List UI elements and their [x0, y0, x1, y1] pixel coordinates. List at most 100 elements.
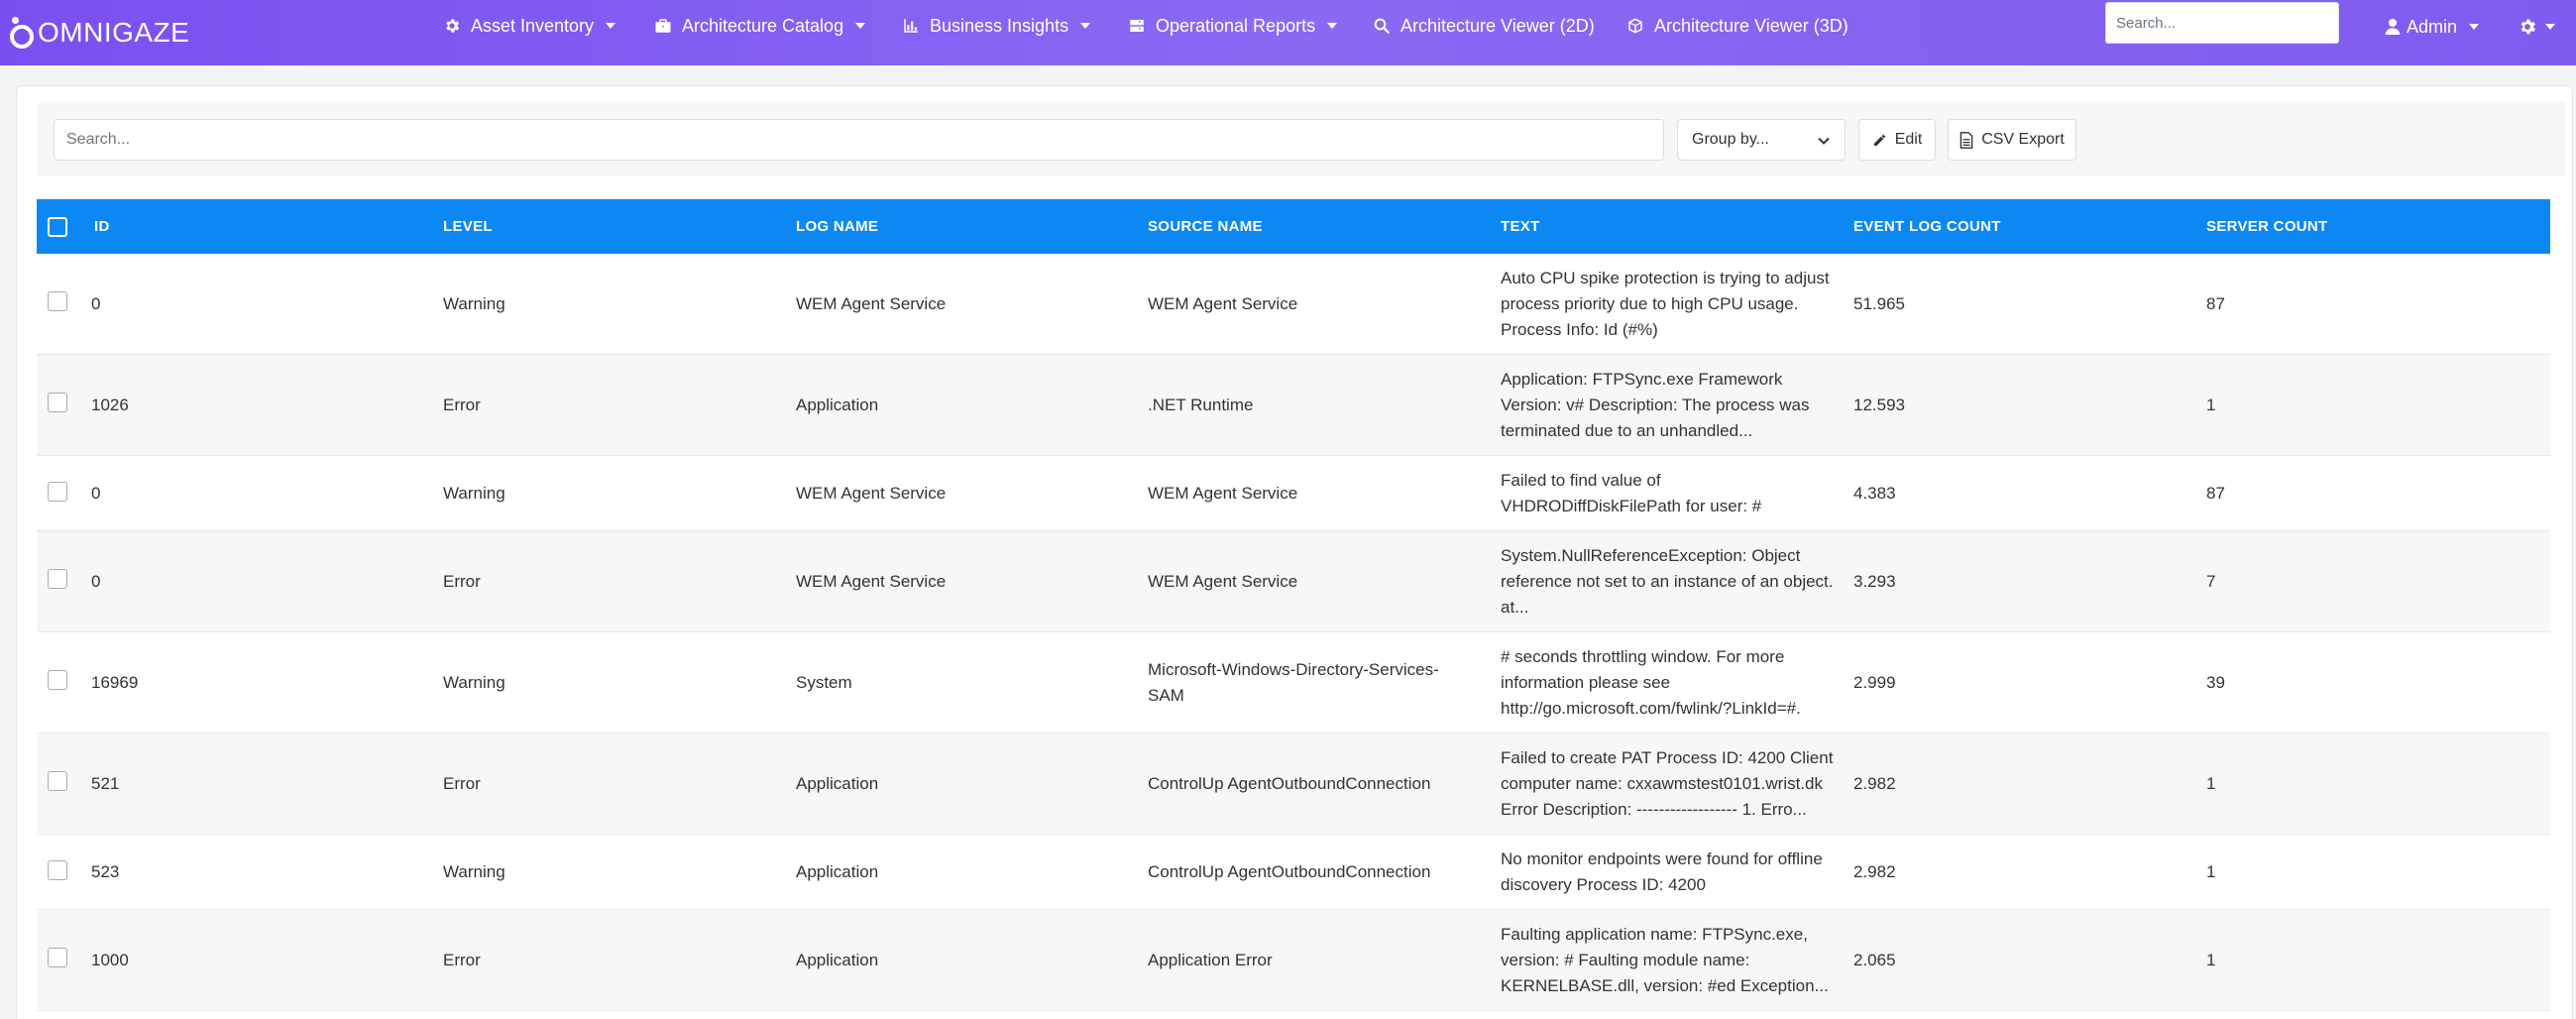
user-menu[interactable]: Admin: [2385, 0, 2480, 54]
nav-business-insights[interactable]: Business Insights: [902, 0, 1091, 52]
nav-label: Business Insights: [930, 15, 1069, 36]
cell-level: Error: [443, 773, 481, 793]
cell-log-name: WEM Agent Service: [796, 571, 947, 591]
nav-operational-reports[interactable]: Operational Reports: [1128, 0, 1338, 52]
file-csv-icon: [1960, 131, 1973, 149]
group-by-value: Group by...: [1692, 131, 1769, 148]
row-checkbox[interactable]: [48, 860, 67, 880]
cell-event-log-count: 4.383: [1853, 483, 1896, 503]
cell-server-count: 1: [2206, 773, 2216, 793]
table-row[interactable]: 0 Warning WEM Agent Service WEM Agent Se…: [37, 456, 2550, 531]
briefcase-icon: [655, 19, 671, 33]
cell-event-log-count: 51.965: [1853, 293, 1905, 313]
cell-source-name: WEM Agent Service: [1148, 293, 1298, 313]
user-name: Admin: [2407, 16, 2458, 37]
gear-icon: [446, 19, 460, 33]
row-checkbox[interactable]: [48, 393, 67, 412]
cell-level: Warning: [443, 483, 505, 503]
cell-id: 0: [91, 293, 101, 313]
csv-export-label: CSV Export: [1981, 131, 2065, 148]
cell-source-name: WEM Agent Service: [1148, 483, 1298, 503]
edit-button[interactable]: Edit: [1858, 119, 1936, 161]
cell-server-count: 1: [2206, 395, 2216, 414]
gear-icon: [2520, 19, 2535, 35]
cell-log-name: Application: [796, 950, 879, 969]
cell-source-name: WEM Agent Service: [1148, 571, 1298, 591]
cell-source-name: Microsoft-Windows-Directory-Services-SAM: [1148, 659, 1439, 705]
cell-event-log-count: 2.065: [1853, 950, 1896, 969]
column-header-server-count[interactable]: SERVER COUNT: [2206, 199, 2328, 254]
cell-log-name: Application: [796, 861, 879, 881]
table-row[interactable]: 0 Error WEM Agent Service WEM Agent Serv…: [37, 531, 2550, 632]
cell-id: 0: [91, 483, 101, 503]
nav-label: Operational Reports: [1156, 15, 1316, 36]
cell-server-count: 87: [2206, 483, 2225, 503]
event-log-table: ID LEVEL LOG NAME SOURCE NAME TEXT EVENT…: [37, 199, 2550, 1011]
server-icon: [1130, 20, 1144, 32]
nav-asset-inventory[interactable]: Asset Inventory: [443, 0, 616, 52]
table-row[interactable]: 1000 Error Application Application Error…: [37, 910, 2550, 1011]
cell-text: Failed to create PAT Process ID: 4200 Cl…: [1501, 747, 1834, 819]
cell-server-count: 7: [2206, 571, 2216, 591]
cell-text: Application: FTPSync.exe Framework Versi…: [1501, 369, 1810, 440]
cell-id: 521: [91, 773, 120, 793]
table-row[interactable]: 1026 Error Application .NET Runtime Appl…: [37, 355, 2550, 456]
cell-id: 1026: [91, 395, 129, 414]
cell-log-name: Application: [796, 395, 879, 414]
row-checkbox[interactable]: [48, 948, 67, 967]
user-icon: [2385, 19, 2401, 35]
table-row[interactable]: 0 Warning WEM Agent Service WEM Agent Se…: [37, 254, 2550, 355]
nav-architecture-viewer-3d[interactable]: Architecture Viewer (3D): [1626, 0, 1848, 52]
cell-log-name: WEM Agent Service: [796, 483, 947, 503]
table-row[interactable]: 16969 Warning System Microsoft-Windows-D…: [37, 632, 2550, 734]
cell-log-name: Application: [796, 773, 879, 793]
cell-text: Failed to find value of VHDRODiffDiskFil…: [1501, 470, 1762, 515]
column-header-id[interactable]: ID: [94, 199, 110, 254]
cell-text: No monitor endpoints were found for offl…: [1501, 849, 1823, 894]
row-checkbox[interactable]: [48, 569, 67, 589]
cell-id: 0: [91, 571, 101, 591]
nav-label: Architecture Viewer (2D): [1400, 15, 1595, 36]
nav-search-input[interactable]: [2105, 2, 2339, 44]
table-row[interactable]: 521 Error Application ControlUp AgentOut…: [37, 734, 2550, 835]
table-header: ID LEVEL LOG NAME SOURCE NAME TEXT EVENT…: [37, 199, 2550, 254]
cell-event-log-count: 2.982: [1853, 773, 1896, 793]
cell-source-name: .NET Runtime: [1148, 395, 1254, 414]
row-checkbox[interactable]: [48, 670, 67, 690]
column-header-source-name[interactable]: SOURCE NAME: [1148, 199, 1263, 254]
cell-text: Faulting application name: FTPSync.exe, …: [1501, 924, 1829, 995]
cell-level: Warning: [443, 861, 505, 881]
row-checkbox[interactable]: [48, 291, 67, 311]
cube-icon: [1628, 18, 1642, 34]
column-header-text[interactable]: TEXT: [1501, 199, 1540, 254]
column-header-log-name[interactable]: LOG NAME: [796, 199, 878, 254]
table-row[interactable]: 523 Warning Application ControlUp AgentO…: [37, 835, 2550, 910]
nav-architecture-catalog[interactable]: Architecture Catalog: [654, 0, 866, 52]
chevron-down-icon: [1818, 137, 1830, 145]
cell-log-name: WEM Agent Service: [796, 293, 947, 313]
cell-source-name: ControlUp AgentOutboundConnection: [1148, 861, 1431, 881]
cell-server-count: 1: [2206, 861, 2216, 881]
nav-label: Architecture Viewer (3D): [1654, 15, 1848, 36]
event-log-card: Group by... Edit CSV Export ID LEVEL LOG…: [16, 85, 2573, 1019]
select-all-checkbox[interactable]: [48, 216, 67, 237]
top-navbar: OMNIGAZE Asset Inventory Architecture Ca…: [0, 0, 2576, 65]
csv-export-button[interactable]: CSV Export: [1948, 119, 2076, 161]
cell-text: System.NullReferenceException: Object re…: [1501, 545, 1834, 617]
settings-button[interactable]: [2518, 0, 2555, 54]
cell-server-count: 39: [2206, 672, 2225, 692]
cell-server-count: 87: [2206, 293, 2225, 313]
column-header-event-log-count[interactable]: EVENT LOG COUNT: [1853, 199, 2001, 254]
brand-logo[interactable]: OMNIGAZE: [8, 10, 189, 56]
cell-id: 16969: [91, 672, 139, 692]
column-header-level[interactable]: LEVEL: [443, 199, 493, 254]
row-checkbox[interactable]: [48, 482, 67, 502]
table-search-input[interactable]: [54, 119, 1664, 161]
nav-architecture-viewer-2d[interactable]: Architecture Viewer (2D): [1373, 0, 1595, 52]
group-by-select[interactable]: Group by...: [1677, 119, 1846, 161]
cell-event-log-count: 3.293: [1853, 571, 1896, 591]
row-checkbox[interactable]: [48, 771, 67, 791]
cell-text: Auto CPU spike protection is trying to a…: [1501, 268, 1830, 339]
caret-down-icon: [855, 23, 866, 29]
search-icon: [1374, 18, 1390, 34]
